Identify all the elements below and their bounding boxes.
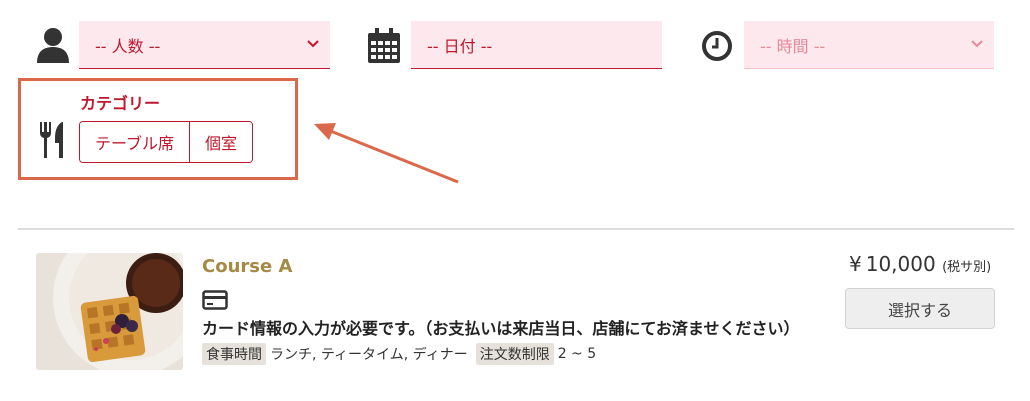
tax-note: (税サ別)	[942, 260, 992, 275]
tag-label: 注文数制限	[475, 343, 554, 365]
people-select[interactable]: -- 人数 --	[79, 21, 330, 69]
tag-value: ランチ, ティータイム, ディナー	[270, 347, 468, 363]
calendar-icon	[367, 28, 401, 68]
course-tags: 食事時間 ランチ, ティータイム, ディナー 注文数制限 2 ~ 5	[202, 343, 604, 365]
people-select-value: -- 人数 --	[95, 36, 161, 56]
price-value: 10,000	[865, 252, 936, 276]
person-icon	[34, 26, 72, 68]
tag-label: 食事時間	[202, 343, 266, 365]
category-option-table[interactable]: テーブル席	[80, 122, 190, 162]
course-title[interactable]: Course A	[202, 256, 292, 277]
date-input[interactable]: -- 日付 --	[411, 21, 662, 69]
chevron-down-icon	[306, 36, 320, 55]
chevron-down-icon	[970, 36, 984, 55]
card-notice-text: カード情報の入力が必要です。（お支払いは来店当日、店舗にてお済ませください）	[202, 319, 800, 338]
course-image	[36, 253, 183, 370]
category-title: カテゴリー	[80, 94, 161, 113]
annotation-arrow	[314, 123, 459, 184]
course-price: ¥10,000 (税サ別)	[849, 252, 991, 276]
credit-card-icon	[202, 290, 228, 317]
select-button[interactable]: 選択する	[845, 288, 995, 329]
cutlery-icon	[38, 121, 68, 163]
time-select[interactable]: -- 時間 --	[744, 21, 994, 69]
date-input-value: -- 日付 --	[427, 36, 493, 56]
clock-icon	[701, 30, 733, 66]
time-select-value: -- 時間 --	[760, 36, 826, 56]
tag-value: 2 ~ 5	[557, 346, 597, 362]
category-button-group: テーブル席 個室	[79, 121, 254, 163]
currency-symbol: ¥	[849, 252, 862, 276]
section-divider	[18, 228, 1014, 230]
card-required-notice: カード情報の入力が必要です。（お支払いは来店当日、店舗にてお済ませください）	[202, 289, 827, 341]
category-option-private-room[interactable]: 個室	[189, 122, 253, 162]
